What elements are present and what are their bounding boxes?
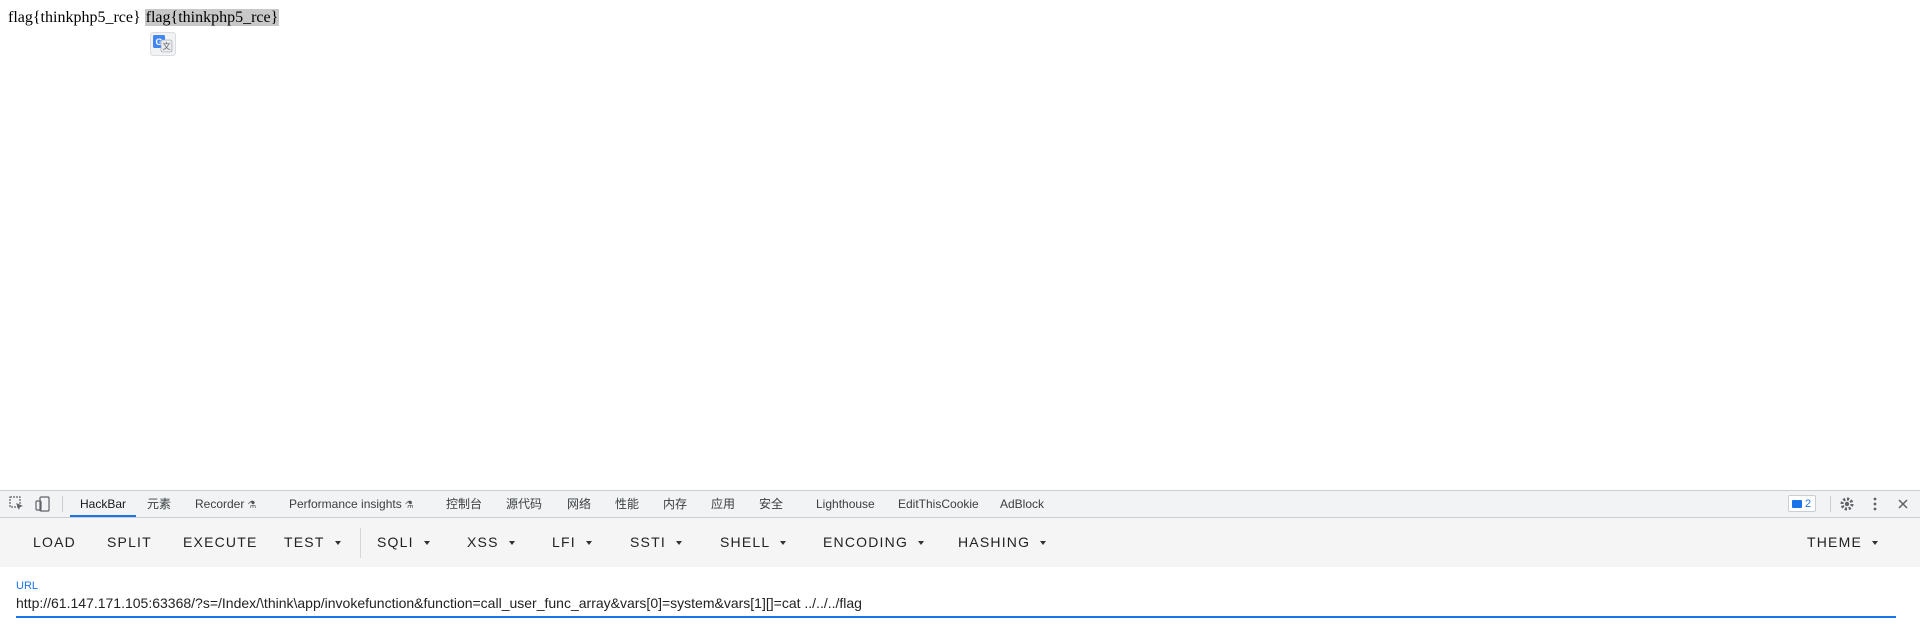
hackbar-toolbar: LOAD SPLIT EXECUTE TEST SQLI XSS LFI SST… (0, 518, 1920, 567)
load-button[interactable]: LOAD (33, 518, 76, 567)
lfi-dropdown-button[interactable]: LFI (552, 518, 592, 567)
theme-dropdown-button[interactable]: THEME (1807, 518, 1878, 567)
tab-bar-divider (1830, 496, 1831, 512)
tab-adblock[interactable]: AdBlock (1000, 491, 1044, 517)
shell-label: SHELL (720, 534, 771, 550)
more-options-icon[interactable] (1866, 495, 1884, 513)
tab-lighthouse[interactable]: Lighthouse (816, 491, 875, 517)
tab-recorder-label: Recorder (195, 497, 245, 511)
issues-count: 2 (1805, 498, 1812, 510)
message-icon (1792, 500, 1802, 508)
tab-elements[interactable]: 元素 (147, 491, 171, 517)
device-toolbar-icon[interactable] (34, 495, 52, 513)
url-input[interactable] (16, 592, 1876, 614)
tab-performance[interactable]: 性能 (615, 491, 639, 517)
encoding-dropdown-button[interactable]: ENCODING (823, 518, 925, 567)
execute-button[interactable]: EXECUTE (183, 518, 258, 567)
caret-down-icon (675, 541, 682, 545)
experiment-flask-icon: ⚗ (404, 500, 414, 511)
tab-editthiscookie[interactable]: EditThisCookie (898, 491, 979, 517)
svg-text:文: 文 (163, 41, 171, 51)
url-field-container: URL (16, 580, 1896, 618)
toolbar-divider (360, 528, 361, 558)
encoding-label: ENCODING (823, 534, 909, 550)
url-label: URL (16, 580, 39, 592)
tab-performance-insights[interactable]: Performance insights ⚗ (289, 491, 414, 517)
lfi-label: LFI (552, 534, 576, 550)
issues-badge[interactable]: 2 (1788, 495, 1817, 512)
test-dropdown-button[interactable]: TEST (284, 518, 341, 567)
test-label: TEST (284, 534, 325, 550)
ssti-dropdown-button[interactable]: SSTI (630, 518, 682, 567)
caret-down-icon (508, 541, 515, 545)
tab-network[interactable]: 网络 (567, 491, 591, 517)
sqli-dropdown-button[interactable]: SQLI (377, 518, 430, 567)
xss-label: XSS (467, 534, 499, 550)
gear-icon[interactable] (1838, 495, 1856, 513)
caret-down-icon (780, 541, 787, 545)
translate-icon[interactable]: G 文 (150, 32, 176, 56)
tab-performance-insights-label: Performance insights (289, 497, 402, 511)
shell-dropdown-button[interactable]: SHELL (720, 518, 787, 567)
tab-sources[interactable]: 源代码 (506, 491, 542, 517)
ssti-label: SSTI (630, 534, 666, 550)
tab-memory[interactable]: 内存 (663, 491, 687, 517)
page-body-text: flag{thinkphp5_rce} flag{thinkphp5_rce} (8, 9, 280, 27)
xss-dropdown-button[interactable]: XSS (467, 518, 515, 567)
tab-hackbar[interactable]: HackBar (70, 491, 136, 517)
caret-down-icon (1872, 541, 1878, 545)
tab-console[interactable]: 控制台 (446, 491, 482, 517)
theme-label: THEME (1807, 534, 1862, 550)
caret-down-icon (918, 541, 925, 545)
sqli-label: SQLI (377, 534, 414, 550)
caret-down-icon (334, 541, 341, 545)
flag-text: flag{thinkphp5_rce} (8, 9, 145, 26)
page-viewport: flag{thinkphp5_rce} flag{thinkphp5_rce} … (0, 0, 1920, 490)
tab-security[interactable]: 安全 (759, 491, 783, 517)
inspect-element-icon[interactable] (8, 495, 26, 513)
selected-flag-text[interactable]: flag{thinkphp5_rce} (144, 9, 280, 26)
experiment-flask-icon: ⚗ (247, 500, 257, 511)
caret-down-icon (1040, 541, 1047, 545)
hashing-dropdown-button[interactable]: HASHING (958, 518, 1047, 567)
close-icon[interactable] (1894, 495, 1912, 513)
split-button[interactable]: SPLIT (107, 518, 152, 567)
tab-recorder[interactable]: Recorder ⚗ (195, 491, 256, 517)
caret-down-icon (423, 541, 430, 545)
devtools-panel: HackBar 元素 Recorder ⚗ Performance insight… (0, 490, 1920, 636)
tab-bar-divider (62, 496, 63, 512)
hashing-label: HASHING (958, 534, 1031, 550)
tab-application[interactable]: 应用 (711, 491, 735, 517)
devtools-tab-bar: HackBar 元素 Recorder ⚗ Performance insight… (0, 491, 1920, 518)
caret-down-icon (585, 541, 592, 545)
